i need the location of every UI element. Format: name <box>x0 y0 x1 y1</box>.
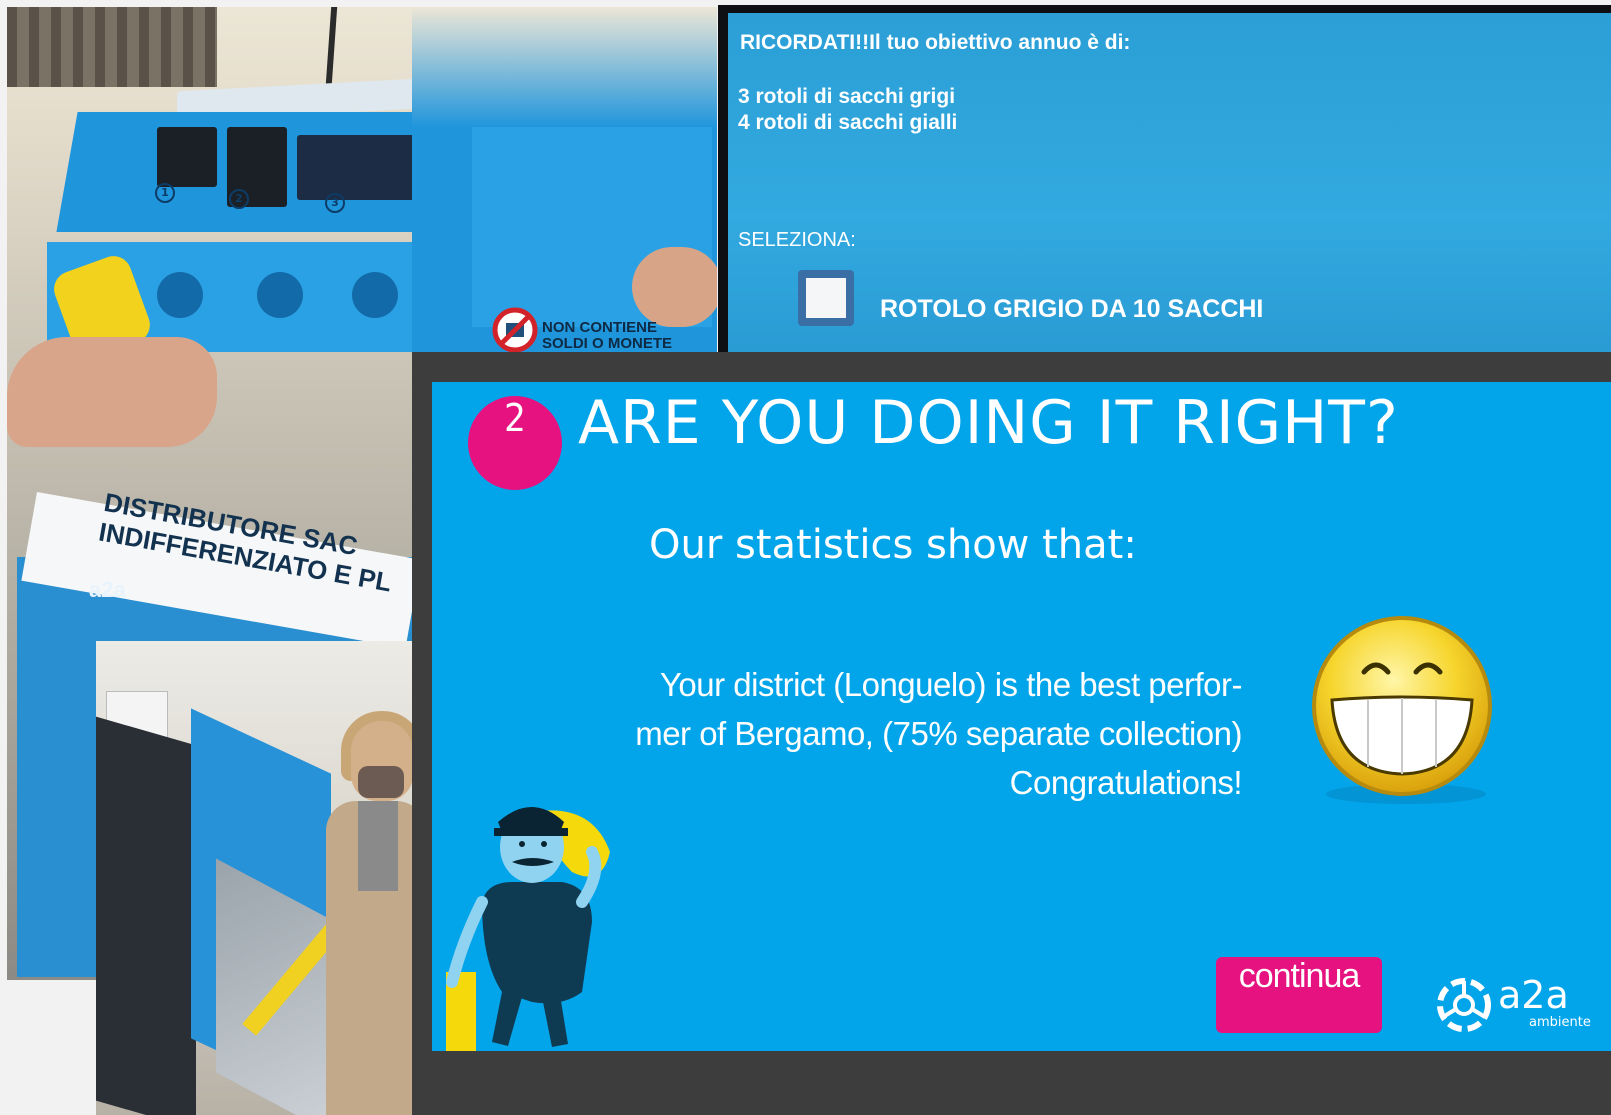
brand-name: a2a <box>1498 973 1569 1017</box>
grey-roll-checkbox[interactable] <box>798 270 854 326</box>
user-at-machine-photo <box>96 641 420 1115</box>
no-coins-icon <box>492 307 538 352</box>
notice-line: SOLDI O MONETE <box>542 335 673 352</box>
notice-line: NON CONTIENE <box>542 319 658 336</box>
dispenser-machine-side: NON CONTIENE SOLDI O MONETE <box>412 7 717 352</box>
step-number: 3 <box>325 193 345 213</box>
person-scarf <box>358 801 398 891</box>
pictogram <box>257 272 303 318</box>
feedback-slide: 2 ARE YOU DOING IT RIGHT? Our statistics… <box>432 382 1611 1051</box>
slide-frame: 2 ARE YOU DOING IT RIGHT? Our statistics… <box>412 352 1611 1115</box>
goal-grey-bags: 3 rotoli di sacchi grigi <box>738 85 956 108</box>
grinning-smiley-icon <box>1312 616 1492 804</box>
hand <box>7 337 217 447</box>
pictogram <box>157 272 203 318</box>
checkbox-box <box>806 278 846 318</box>
no-money-notice: NON CONTIENE SOLDI O MONETE <box>542 320 672 352</box>
machine-dark-side <box>96 716 196 1115</box>
step-number: 2 <box>229 189 249 209</box>
select-label: SELEZIONA: <box>738 229 856 251</box>
continue-button[interactable]: continua <box>1216 957 1382 1033</box>
a2a-logo: a2a <box>89 577 126 603</box>
slide-subtitle: Our statistics show that: <box>649 522 1137 568</box>
a2a-brand: a2a ambiente <box>1436 973 1611 1047</box>
mascot-illustration <box>446 807 610 1051</box>
logo-text: a2a <box>89 577 126 602</box>
message-line-2: mer of Bergamo, (75% separate collection… <box>635 715 1242 752</box>
step-number: 1 <box>155 183 175 203</box>
goal-yellow-bags: 4 rotoli di sacchi gialli <box>738 111 958 134</box>
brand-sub: ambiente <box>1529 1015 1591 1030</box>
message-line-3: Congratulations! <box>1009 764 1243 801</box>
pictogram <box>352 272 398 318</box>
touchscreen-photo: RICORDATI!!Il tuo obiettivo annuo è di: … <box>718 5 1611 355</box>
grey-roll-option-label[interactable]: ROTOLO GRIGIO DA 10 SACCHI <box>880 295 1263 324</box>
step-badge: 2 <box>468 396 562 490</box>
kiosk-display: RICORDATI!!Il tuo obiettivo annuo è di: … <box>728 13 1611 355</box>
machine-screen <box>297 135 417 200</box>
card-slot <box>157 127 217 187</box>
face-mask <box>358 766 404 798</box>
message-line-1: Your district (Longuelo) is the best per… <box>659 666 1243 703</box>
slide-title: ARE YOU DOING IT RIGHT? <box>578 388 1399 458</box>
window-grille <box>7 7 217 87</box>
hand <box>632 247 717 327</box>
annual-goal-reminder: RICORDATI!!Il tuo obiettivo annuo è di: <box>740 31 1131 54</box>
a2a-logo-icon <box>1437 978 1491 1032</box>
performance-message: Your district (Longuelo) is the best per… <box>582 660 1242 807</box>
